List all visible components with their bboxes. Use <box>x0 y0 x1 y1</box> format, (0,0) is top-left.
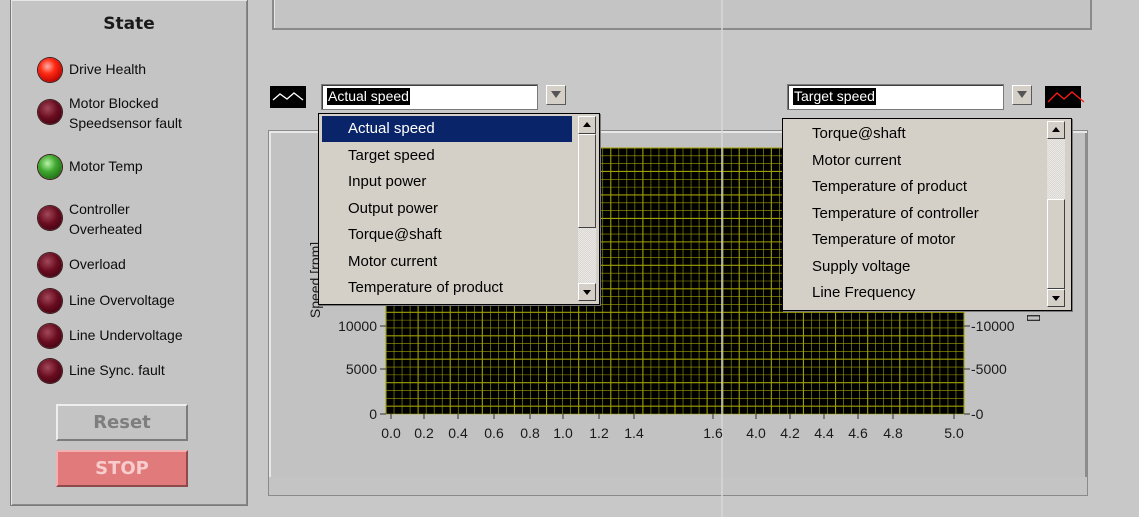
arrow-up-icon <box>583 122 591 127</box>
left-signal-dropdown-button[interactable] <box>546 85 566 105</box>
right-trace-legend-icon[interactable] <box>1045 86 1085 108</box>
y-tick-label-right: -10000 <box>971 318 1015 334</box>
y-tick-label-left: 10000 <box>338 318 377 334</box>
left-signal-select-value: Actual speed <box>327 88 410 105</box>
dropdown-option[interactable]: Torque@shaft <box>786 121 1042 147</box>
dropdown-option[interactable]: Input power <box>322 169 572 195</box>
x-tick-label: 4.6 <box>848 425 868 441</box>
right-dropdown-scrollbar[interactable] <box>1046 121 1065 307</box>
x-tick-label: 1.6 <box>703 425 723 441</box>
left-trace-legend-icon[interactable] <box>270 86 306 108</box>
arrow-down-icon <box>583 290 591 295</box>
x-tick-label: 4.2 <box>780 425 800 441</box>
arrow-down-icon <box>1052 296 1060 301</box>
x-tick-label: 4.0 <box>746 425 766 441</box>
chevron-down-icon <box>551 91 561 98</box>
right-signal-dropdown-list[interactable]: Torque@shaft Motor current Temperature of … <box>782 118 1072 311</box>
chevron-down-icon <box>1017 91 1027 98</box>
y-tick-label-right: -5000 <box>971 361 1007 377</box>
x-tick-label: 1.2 <box>589 425 609 441</box>
x-tick-label: 5.0 <box>944 425 964 441</box>
x-tick-label: 4.4 <box>814 425 834 441</box>
scroll-thumb[interactable] <box>1047 199 1065 289</box>
x-tick-label: 0.6 <box>484 425 504 441</box>
arrow-up-icon <box>1052 127 1060 132</box>
y-axis-label-right: [] <box>1027 314 1043 322</box>
x-tick-label: 4.8 <box>883 425 903 441</box>
y-tick-label-right: -0 <box>971 406 984 422</box>
scroll-down-button[interactable] <box>578 283 596 301</box>
right-signal-dropdown-button[interactable] <box>1012 85 1032 105</box>
dropdown-option[interactable]: Temperature of product <box>786 174 1042 200</box>
scroll-track[interactable] <box>578 228 596 283</box>
x-tick-label: 1.0 <box>553 425 573 441</box>
x-tick-label: 0.2 <box>414 425 434 441</box>
scroll-down-button[interactable] <box>1047 289 1065 307</box>
dropdown-option[interactable]: Actual speed <box>322 116 572 142</box>
right-signal-select[interactable]: Target speed <box>787 84 1004 110</box>
dropdown-option[interactable]: Temperature of motor <box>786 227 1042 253</box>
scroll-up-button[interactable] <box>1047 121 1065 139</box>
dropdown-option[interactable]: Target speed <box>322 143 572 169</box>
dropdown-option[interactable]: Temperature of product <box>322 275 572 301</box>
y-tick-label-left: 0 <box>369 406 377 422</box>
dropdown-option[interactable]: Motor current <box>786 148 1042 174</box>
x-tick-label: 0.0 <box>381 425 401 441</box>
right-signal-select-value: Target speed <box>793 88 876 105</box>
dropdown-option[interactable]: Temperature of controller <box>786 201 1042 227</box>
dropdown-option[interactable]: Torque@shaft <box>322 222 572 248</box>
dropdown-option[interactable]: Supply voltage <box>786 254 1042 280</box>
dropdown-option[interactable]: Motor current <box>322 249 572 275</box>
scroll-up-button[interactable] <box>578 116 596 134</box>
x-tick-label: 0.4 <box>448 425 468 441</box>
scroll-track[interactable] <box>1047 139 1065 199</box>
y-tick-label-left: 5000 <box>346 361 377 377</box>
left-dropdown-scrollbar[interactable] <box>577 116 596 301</box>
left-signal-dropdown-list[interactable]: Actual speed Target speed Input power Outpu… <box>318 113 600 305</box>
dropdown-option[interactable]: Line Frequency <box>786 280 1042 306</box>
scroll-thumb[interactable] <box>578 134 596 228</box>
x-tick-label: 0.8 <box>520 425 540 441</box>
dropdown-option[interactable]: Output power <box>322 196 572 222</box>
x-tick-label: 1.4 <box>624 425 644 441</box>
left-signal-select[interactable]: Actual speed <box>321 84 538 110</box>
